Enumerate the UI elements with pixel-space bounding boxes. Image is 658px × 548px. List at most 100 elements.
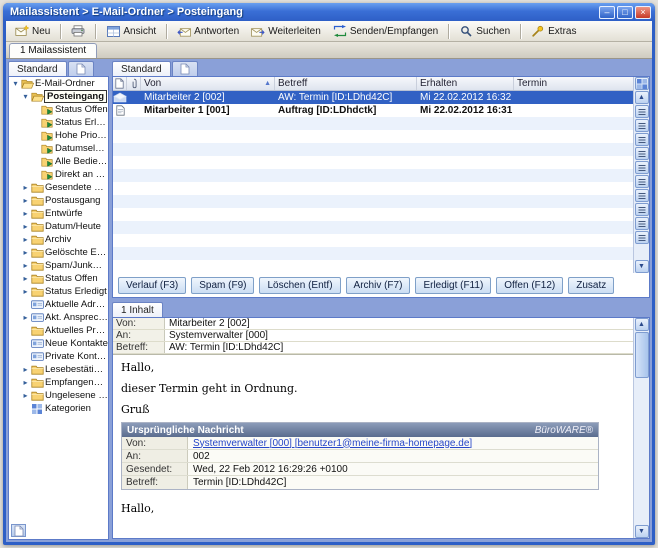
- tree-item-kategorien[interactable]: Kategorien: [9, 402, 108, 415]
- tree-item-aktuelles-projekt[interactable]: Aktuelles Projekt: [9, 324, 108, 337]
- scroll-down-icon[interactable]: ▼: [635, 260, 649, 273]
- tab-1-mailassistent[interactable]: 1 Mailassistent: [9, 43, 97, 58]
- column-header-clip-icon[interactable]: [127, 77, 141, 90]
- column-options-icon[interactable]: [635, 77, 649, 90]
- expander-icon[interactable]: ▸: [21, 183, 30, 192]
- tree-item-status-erledigt[interactable]: Status Erledigt: [9, 116, 108, 129]
- tab-inhalt[interactable]: 1 Inhalt: [112, 302, 163, 317]
- toolbar-button-neu[interactable]: Neu: [10, 23, 55, 39]
- tree-item-archiv[interactable]: ▸Archiv: [9, 233, 108, 246]
- list-tool-icon[interactable]: [635, 105, 649, 118]
- tree-item-aktuelle-adresse[interactable]: Aktuelle Adresse: [9, 298, 108, 311]
- scroll-up-icon[interactable]: ▲: [635, 318, 649, 331]
- message-row-1[interactable]: Mitarbeiter 2 [002]AW: Termin [ID:LDhd42…: [113, 91, 633, 104]
- action-button-spam-f9[interactable]: Spam (F9): [191, 277, 254, 294]
- expander-icon[interactable]: ▸: [21, 365, 30, 374]
- tree-item-hohe-prioritaet[interactable]: Hohe Priorität: [9, 129, 108, 142]
- quote-sender-link[interactable]: Systemverwalter [000] [benutzer1@meine-f…: [188, 438, 477, 449]
- list-tool-icon[interactable]: [635, 203, 649, 216]
- quoted-message: Ursprüngliche Nachricht BüroWARE® Von:Sy…: [121, 422, 599, 490]
- expander-icon[interactable]: ▸: [21, 391, 30, 400]
- list-tool-icon[interactable]: [635, 217, 649, 230]
- tree-item-private-kontakte[interactable]: Private Kontakte: [9, 350, 108, 363]
- column-header-termin[interactable]: Termin: [514, 77, 633, 90]
- tree-item-alle-bediener[interactable]: Alle Bediener: [9, 155, 108, 168]
- sidebar-tab-icon[interactable]: [68, 61, 94, 76]
- sidebar-tab-standard[interactable]: Standard: [8, 61, 67, 76]
- expander-icon[interactable]: ▾: [21, 92, 30, 101]
- tree-panel-icon[interactable]: [11, 524, 26, 537]
- message-betreff: AW: Termin [ID:LDhd42C]: [275, 92, 417, 103]
- tree-item-geloeschte-e-mails[interactable]: ▸Gelöschte E-Mails: [9, 246, 108, 259]
- list-tool-icon[interactable]: [635, 161, 649, 174]
- tree-item-entwuerfe[interactable]: ▸Entwürfe: [9, 207, 108, 220]
- scroll-thumb[interactable]: [635, 332, 649, 378]
- tree-item-ungelesene-mails[interactable]: ▸ Ungelesene Mails: [9, 389, 108, 402]
- list-tab-icon[interactable]: [172, 61, 198, 76]
- tree-item-e-mail-ordner[interactable]: ▾E-Mail-Ordner: [9, 77, 108, 90]
- toolbar-button-ansicht[interactable]: Ansicht: [101, 24, 161, 39]
- toolbar-button-weiterleiten[interactable]: Weiterleiten: [246, 24, 326, 39]
- toolbar-button-suchen[interactable]: Suchen: [454, 23, 515, 39]
- toolbar-button-print-icon[interactable]: [66, 23, 90, 39]
- expander-icon[interactable]: ▾: [11, 79, 20, 88]
- folder-icon: [30, 247, 44, 258]
- tree-item-status-erledigt[interactable]: ▸Status Erledigt: [9, 285, 108, 298]
- expander-icon[interactable]: ▸: [21, 222, 30, 231]
- column-header-von[interactable]: Von▲: [141, 77, 275, 90]
- action-button-zusatz[interactable]: Zusatz: [568, 277, 614, 294]
- expander-icon[interactable]: ▸: [21, 196, 30, 205]
- tree-item-akt-ansprechpartn[interactable]: ▸Akt. Ansprechpartn...: [9, 311, 108, 324]
- tree-item-label: Lesebestätigungen: [44, 364, 108, 375]
- expander-icon[interactable]: ▸: [21, 261, 30, 270]
- column-header-erhalten[interactable]: Erhalten: [417, 77, 514, 90]
- action-button-verlauf-f3[interactable]: Verlauf (F3): [118, 277, 186, 294]
- tree-item-datum-heute[interactable]: ▸Datum/Heute: [9, 220, 108, 233]
- tree-item-spam-junkmails[interactable]: ▸Spam/Junkmails: [9, 259, 108, 272]
- expander-icon[interactable]: ▸: [21, 209, 30, 218]
- tree-item-status-offen[interactable]: ▸Status Offen: [9, 272, 108, 285]
- expander-icon[interactable]: ▸: [21, 378, 30, 387]
- list-tool-icon[interactable]: [635, 147, 649, 160]
- list-tool-icon[interactable]: [635, 119, 649, 132]
- list-tool-icon[interactable]: [635, 133, 649, 146]
- maximize-button[interactable]: □: [617, 6, 633, 19]
- expander-icon[interactable]: ▸: [21, 274, 30, 283]
- column-header-betreff[interactable]: Betreff: [275, 77, 417, 90]
- list-tab-standard[interactable]: Standard: [112, 61, 171, 76]
- toolbar-button-senden-empfangen[interactable]: Senden/Empfangen: [328, 23, 443, 39]
- action-button-offen-f12[interactable]: Offen (F12): [496, 277, 563, 294]
- list-tool-icon[interactable]: [635, 231, 649, 244]
- tree-item-label: Ungelesene Mails: [44, 390, 108, 401]
- tree-item-postausgang[interactable]: ▸Postausgang: [9, 194, 108, 207]
- action-button-erledigt-f11[interactable]: Erledigt (F11): [415, 277, 491, 294]
- expander-icon[interactable]: ▸: [21, 248, 30, 257]
- tree-item-lesebestaetigungen[interactable]: ▸ Lesebestätigungen: [9, 363, 108, 376]
- tree-item-neue-kontakte[interactable]: Neue Kontakte: [9, 337, 108, 350]
- column-header-doc-icon[interactable]: [113, 77, 127, 90]
- column-header-label: Termin: [517, 78, 547, 89]
- scroll-up-icon[interactable]: ▲: [635, 91, 649, 104]
- tree-item-gesendete-e-mails[interactable]: ▸Gesendete E-Mails: [9, 181, 108, 194]
- toolbar-button-extras[interactable]: Extras: [526, 23, 581, 39]
- scroll-down-icon[interactable]: ▼: [635, 525, 649, 538]
- tree-item-status-offen[interactable]: Status Offen: [9, 103, 108, 116]
- list-tool-icon[interactable]: [635, 189, 649, 202]
- expander-icon[interactable]: ▸: [21, 313, 30, 322]
- tree-item-empfangene-mails[interactable]: ▸Empfangene Mails: [9, 376, 108, 389]
- close-button[interactable]: ×: [635, 6, 651, 19]
- list-tool-icon[interactable]: [635, 175, 649, 188]
- quote-field-label: Gesendet:: [122, 463, 188, 475]
- quote-field-value: Wed, 22 Feb 2012 16:29:26 +0100: [188, 464, 353, 475]
- tree-item-datumselektion[interactable]: Datumselektion: [9, 142, 108, 155]
- quote-field-row: Betreff:Termin [ID:LDhd42C]: [122, 476, 598, 489]
- toolbar-button-antworten[interactable]: Antworten: [172, 24, 244, 39]
- action-button-loeschen-entf[interactable]: Löschen (Entf): [259, 277, 340, 294]
- message-row-2[interactable]: Mitarbeiter 1 [001]Auftrag [ID:LDhdctk]M…: [113, 104, 633, 117]
- minimize-button[interactable]: –: [599, 6, 615, 19]
- tree-item-direkt-an-mich[interactable]: Direkt an mich: [9, 168, 108, 181]
- expander-icon[interactable]: ▸: [21, 287, 30, 296]
- action-button-archiv-f7[interactable]: Archiv (F7): [346, 277, 411, 294]
- expander-icon[interactable]: ▸: [21, 235, 30, 244]
- tree-item-posteingang[interactable]: ▾Posteingang: [9, 90, 108, 103]
